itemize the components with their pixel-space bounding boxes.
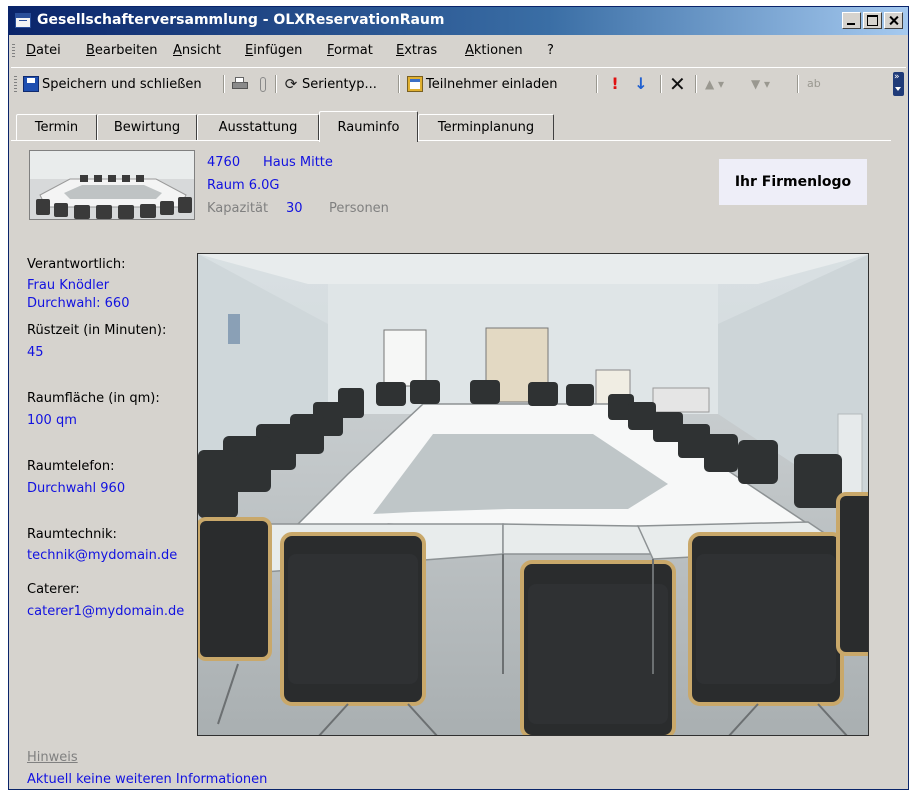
room-name: Raum 6.0G [207,178,280,193]
company-logo-placeholder: Ihr Firmenlogo [719,159,867,205]
menu-einfuegen[interactable]: Einfügen [245,43,302,58]
low-importance-icon: ↓ [634,74,648,93]
menu-aktionen[interactable]: Aktionen [465,43,523,58]
tab-strip: Termin Bewirtung Ausstattung Rauminfo Te… [11,111,906,142]
notice-label: Hinweis [27,750,78,765]
invite-attendees-button[interactable]: Teilnehmer einladen [407,74,558,94]
paperclip-icon [257,76,267,92]
recurrence-icon: ⟳ [284,75,298,93]
setup-time-label: Rüstzeit (in Minuten): [27,323,167,338]
previous-item-icon: ▲ ▾ [705,77,725,91]
standard-toolbar: Speichern und schließen ⟳ Serientyp... T… [11,67,906,98]
toolbar-grip[interactable] [14,76,17,92]
window-title: Gesellschafterversammlung - OLXReservati… [37,12,445,28]
menu-help[interactable]: ? [547,43,554,58]
room-phone-label: Raumtelefon: [27,459,115,474]
calendar-app-icon [15,13,31,28]
menu-bearbeiten[interactable]: Bearbeiten [86,43,157,58]
attach-button[interactable] [257,74,270,94]
save-close-button[interactable]: Speichern und schließen [23,74,202,94]
spelling-icon: ab [807,77,821,90]
high-importance-icon: ! [611,74,619,93]
menu-grip[interactable] [12,44,15,58]
room-photo-image [198,254,868,735]
menu-datei[interactable]: Datei [26,43,61,58]
high-importance-button[interactable]: ! [607,74,626,94]
save-close-label: Speichern und schließen [42,76,202,92]
toolbar-separator [596,75,598,93]
menu-bar: Datei Bearbeiten Ansicht Einfügen Format… [9,37,908,65]
caterer-email[interactable]: caterer1@mydomain.de [27,604,184,619]
tab-ausstattung[interactable]: Ausstattung [197,114,319,140]
recurrence-label: Serientyp... [302,76,377,92]
menu-ansicht[interactable]: Ansicht [173,43,221,58]
invite-attendees-label: Teilnehmer einladen [426,76,558,92]
caterer-label: Caterer: [27,582,80,597]
capacity-unit: Personen [329,201,389,216]
toolbar-separator [398,75,400,93]
room-area-label: Raumfläche (in qm): [27,391,160,406]
room-photo [197,253,869,736]
tab-rauminfo[interactable]: Rauminfo [319,111,418,142]
low-importance-button[interactable]: ↓ [633,74,652,94]
title-bar[interactable]: Gesellschafterversammlung - OLXReservati… [9,7,908,35]
print-button[interactable] [231,74,252,94]
tab-bewirtung[interactable]: Bewirtung [97,114,197,140]
toolbar-separator [797,75,799,93]
room-tech-label: Raumtechnik: [27,527,117,542]
minimize-button[interactable] [842,12,861,29]
toolbar-separator [660,75,662,93]
maximize-button[interactable] [863,12,882,29]
menu-format[interactable]: Format [327,43,373,58]
print-icon [231,76,249,92]
room-area-value: 100 qm [27,413,77,428]
next-item-icon: ▼ ▾ [751,77,771,91]
room-building: Haus Mitte [263,155,333,170]
close-button[interactable] [884,12,903,29]
tab-divider [11,140,891,141]
toolbar-overflow-icon[interactable] [893,72,904,96]
responsible-label: Verantwortlich: [27,257,126,272]
room-thumbnail-image [30,151,194,219]
room-number: 4760 [207,155,241,170]
responsible-name: Frau Knödler [27,278,110,293]
spelling-button[interactable]: ab [807,74,826,94]
capacity-label: Kapazität [207,201,269,216]
delete-button[interactable]: ✕ [669,74,688,94]
room-phone-value: Durchwahl 960 [27,481,126,496]
tab-terminplanung[interactable]: Terminplanung [418,114,554,140]
toolbar-separator [695,75,697,93]
responsible-phone: Durchwahl: 660 [27,296,130,311]
recurrence-button[interactable]: ⟳ Serientyp... [283,74,377,94]
window-controls [842,12,903,29]
save-icon [23,76,39,92]
menu-extras[interactable]: Extras [396,43,437,58]
toolbar-separator [275,75,277,93]
room-tech-email[interactable]: technik@mydomain.de [27,548,177,563]
setup-time-value: 45 [27,345,44,360]
previous-item-button[interactable]: ▲ ▾ [705,74,724,94]
invite-attendees-icon [407,76,423,92]
next-item-button[interactable]: ▼ ▾ [751,74,770,94]
tab-termin[interactable]: Termin [16,114,97,140]
capacity-value: 30 [286,201,303,216]
notice-text: Aktuell keine weiteren Informationen [27,772,268,787]
toolbar-separator [223,75,225,93]
room-thumbnail [29,150,195,220]
delete-icon: ✕ [669,72,686,96]
appointment-window: Gesellschafterversammlung - OLXReservati… [8,6,909,790]
